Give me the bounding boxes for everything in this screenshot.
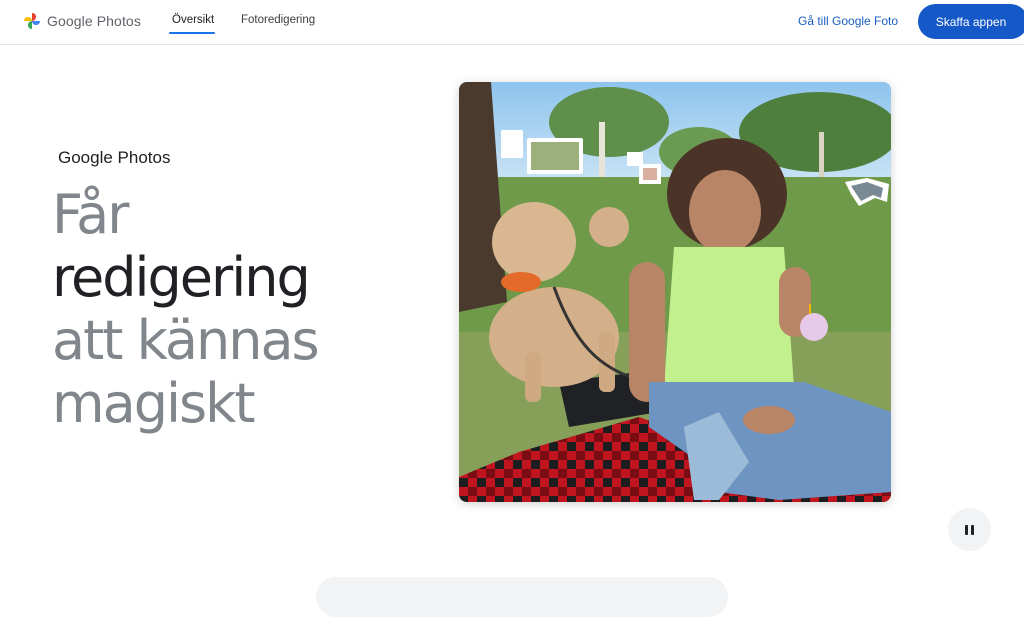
hero-brand: Google Photos [58, 148, 171, 167]
park-photo-illustration [459, 82, 891, 502]
headline-line-4: magiskt [52, 372, 256, 435]
headline-line-2: redigering [52, 246, 311, 309]
pause-icon [965, 524, 968, 535]
pinwheel-icon [24, 13, 40, 29]
get-app-button[interactable]: Skaffa appen [918, 4, 1024, 39]
hero-headline: Får redigering att kännas magiskt [52, 183, 392, 435]
bottom-nav-pill[interactable] [316, 577, 728, 617]
tab-oversikt[interactable]: Översikt [172, 14, 214, 26]
top-header: Google Photos Översikt Fotoredigering Gå… [0, 0, 1024, 45]
goto-google-photos-link[interactable]: Gå till Google Foto [798, 14, 898, 28]
headline-line-1: Får [52, 183, 129, 246]
pause-button[interactable] [948, 508, 991, 551]
logo-text: Google Photos [47, 13, 141, 29]
headline-line-3: att kännas [52, 309, 320, 372]
google-photos-logo[interactable]: Google Photos [23, 12, 141, 30]
active-tab-indicator [169, 32, 215, 34]
pause-icon-bar [971, 524, 974, 535]
tab-fotoredigering[interactable]: Fotoredigering [241, 14, 315, 26]
hero-photo [459, 82, 891, 502]
